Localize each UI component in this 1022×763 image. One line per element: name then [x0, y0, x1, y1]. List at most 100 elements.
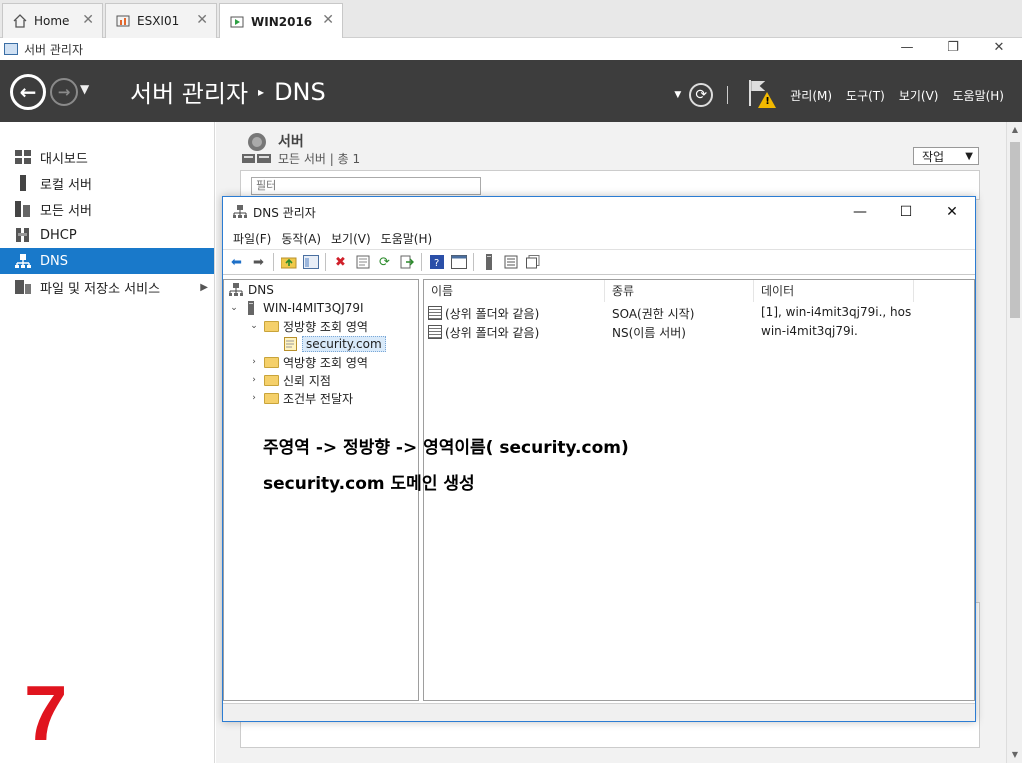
- sidebar-item-all-servers[interactable]: 모든 서버: [0, 196, 214, 222]
- tree-label: security.com: [302, 336, 386, 352]
- console-view-icon[interactable]: [449, 253, 468, 272]
- menu-tools[interactable]: 도구(T): [846, 87, 885, 104]
- tree-label: 신뢰 지점: [283, 373, 331, 388]
- menu-view[interactable]: 보기(V): [899, 87, 939, 104]
- vertical-scrollbar[interactable]: ▲ ▼: [1006, 122, 1022, 763]
- chevron-right-icon[interactable]: ›: [248, 357, 260, 367]
- restore-button[interactable]: ❐: [930, 38, 976, 60]
- close-button[interactable]: ✕: [976, 38, 1022, 60]
- browser-tab-strip: Home ✕ ESXI01 ✕ WIN2016 ✕: [0, 0, 1022, 39]
- arrow-right-icon: →: [57, 83, 71, 101]
- breadcrumb-root[interactable]: 서버 관리자: [130, 74, 248, 109]
- refresh-icon[interactable]: ⟳: [689, 83, 714, 107]
- sidebar: 대시보드 로컬 서버 모든 서버 DHCP DNS 파일 및 저장소 서비스 ▶: [0, 122, 215, 763]
- menu-view[interactable]: 보기(V): [331, 230, 371, 247]
- dns-records-list: 이름 종류 데이터 (상위 폴더와 같음) SOA(권한 시작) [1], wi…: [423, 279, 975, 701]
- column-header-data[interactable]: 데이터: [754, 280, 914, 302]
- record-icon: [428, 306, 442, 320]
- history-dropdown-icon[interactable]: ▼: [80, 82, 89, 96]
- back-button[interactable]: ←: [10, 74, 46, 110]
- scroll-up-icon[interactable]: ▲: [1007, 122, 1022, 138]
- tree-node-zone-security-com[interactable]: security.com: [282, 335, 386, 353]
- breadcrumb-leaf: DNS: [274, 77, 326, 106]
- menu-help[interactable]: 도움말(H): [952, 87, 1004, 104]
- close-icon[interactable]: ✕: [322, 12, 334, 28]
- local-server-icon: [14, 175, 32, 191]
- tab-home[interactable]: Home ✕: [2, 3, 103, 38]
- sidebar-item-file-storage[interactable]: 파일 및 저장소 서비스 ▶: [0, 274, 214, 300]
- scroll-thumb[interactable]: [1010, 142, 1020, 318]
- chevron-right-icon[interactable]: ›: [248, 375, 260, 385]
- copy-records-icon[interactable]: [523, 253, 542, 272]
- refresh-dropdown-icon[interactable]: ▼: [674, 90, 681, 100]
- server-icon[interactable]: [479, 253, 498, 272]
- tree-node-server[interactable]: ⌄ WIN-I4MIT3QJ79I: [228, 299, 364, 317]
- sidebar-item-label: 대시보드: [40, 151, 88, 167]
- chevron-right-icon[interactable]: ›: [248, 393, 260, 403]
- refresh-icon[interactable]: ⟳: [375, 253, 394, 272]
- filter-input[interactable]: [251, 177, 481, 195]
- menu-action[interactable]: 동작(A): [281, 230, 321, 247]
- table-row[interactable]: (상위 폴더와 같음) NS(이름 서버) win-i4mit3qj79i.: [424, 323, 974, 341]
- sidebar-item-dns[interactable]: DNS: [0, 248, 214, 274]
- scroll-down-icon[interactable]: ▼: [1007, 747, 1022, 763]
- tab-win2016[interactable]: WIN2016 ✕: [219, 3, 343, 39]
- sidebar-item-label: 모든 서버: [40, 203, 92, 219]
- export-list-icon[interactable]: [397, 253, 416, 272]
- delete-icon[interactable]: ✖: [331, 253, 350, 272]
- servers-globe-icon: [242, 132, 271, 164]
- show-hide-tree-icon[interactable]: [301, 253, 320, 272]
- folder-icon: [263, 319, 279, 333]
- tree-node-trust-points[interactable]: › 신뢰 지점: [248, 371, 331, 389]
- zone-file-icon: [282, 337, 298, 351]
- chevron-right-icon[interactable]: ▶: [200, 282, 208, 293]
- tab-label: Home: [34, 14, 70, 28]
- menu-file[interactable]: 파일(F): [233, 230, 271, 247]
- back-arrow-icon[interactable]: ⬅: [227, 253, 246, 272]
- annotation-line-1: 주영역 -> 정방향 -> 영역이름( security.com): [263, 438, 629, 458]
- notification-flag-icon[interactable]: !: [746, 80, 777, 110]
- record-list-icon[interactable]: [501, 253, 520, 272]
- close-icon[interactable]: ✕: [82, 12, 94, 28]
- column-header-type[interactable]: 종류: [605, 280, 754, 302]
- forward-arrow-icon[interactable]: ➡: [249, 253, 268, 272]
- dns-manager-window: DNS 관리자 — ☐ ✕ 파일(F) 동작(A) 보기(V) 도움말(H) ⬅…: [222, 196, 976, 722]
- column-header-name[interactable]: 이름: [424, 280, 605, 302]
- sidebar-item-label: 파일 및 저장소 서비스: [40, 281, 161, 297]
- dns-status-bar: [223, 703, 975, 721]
- record-type: SOA(권한 시작): [612, 307, 695, 321]
- server-icon: [243, 301, 259, 315]
- chevron-down-icon: ▼: [965, 150, 973, 162]
- properties-icon[interactable]: [353, 253, 372, 272]
- tasks-button[interactable]: 작업 ▼: [913, 147, 979, 165]
- forward-button[interactable]: →: [50, 78, 78, 106]
- tree-node-conditional-forwarders[interactable]: › 조건부 전달자: [248, 389, 353, 407]
- table-row[interactable]: (상위 폴더와 같음) SOA(권한 시작) [1], win-i4mit3qj…: [424, 304, 974, 322]
- tree-node-reverse-zones[interactable]: › 역방향 조회 영역: [248, 353, 368, 371]
- sidebar-item-dhcp[interactable]: DHCP: [0, 222, 214, 248]
- record-type: NS(이름 서버): [612, 326, 686, 340]
- chevron-down-icon[interactable]: ⌄: [248, 321, 260, 331]
- chevron-down-icon[interactable]: ⌄: [228, 303, 240, 313]
- tab-label: WIN2016: [251, 14, 313, 29]
- minimize-button[interactable]: —: [837, 197, 883, 227]
- maximize-button[interactable]: ☐: [883, 197, 929, 227]
- help-icon[interactable]: ?: [427, 253, 446, 272]
- all-servers-icon: [14, 201, 32, 217]
- tree-node-forward-zones[interactable]: ⌄ 정방향 조회 영역: [248, 317, 368, 335]
- tree-node-dns[interactable]: DNS: [228, 281, 274, 299]
- menu-help[interactable]: 도움말(H): [381, 230, 433, 247]
- menu-manage[interactable]: 관리(M): [790, 87, 832, 104]
- server-manager-icon: [4, 43, 18, 55]
- close-button[interactable]: ✕: [929, 197, 975, 227]
- tab-esxi01[interactable]: ESXI01 ✕: [105, 3, 217, 38]
- svg-text:?: ?: [434, 258, 439, 269]
- up-folder-icon[interactable]: [279, 253, 298, 272]
- close-icon[interactable]: ✕: [196, 12, 208, 28]
- minimize-button[interactable]: —: [884, 38, 930, 60]
- section-title: 서버: [278, 134, 304, 150]
- sidebar-item-dashboard[interactable]: 대시보드: [0, 144, 214, 170]
- console-icon: [230, 15, 244, 29]
- tree-label: 조건부 전달자: [283, 391, 354, 406]
- sidebar-item-local-server[interactable]: 로컬 서버: [0, 170, 214, 196]
